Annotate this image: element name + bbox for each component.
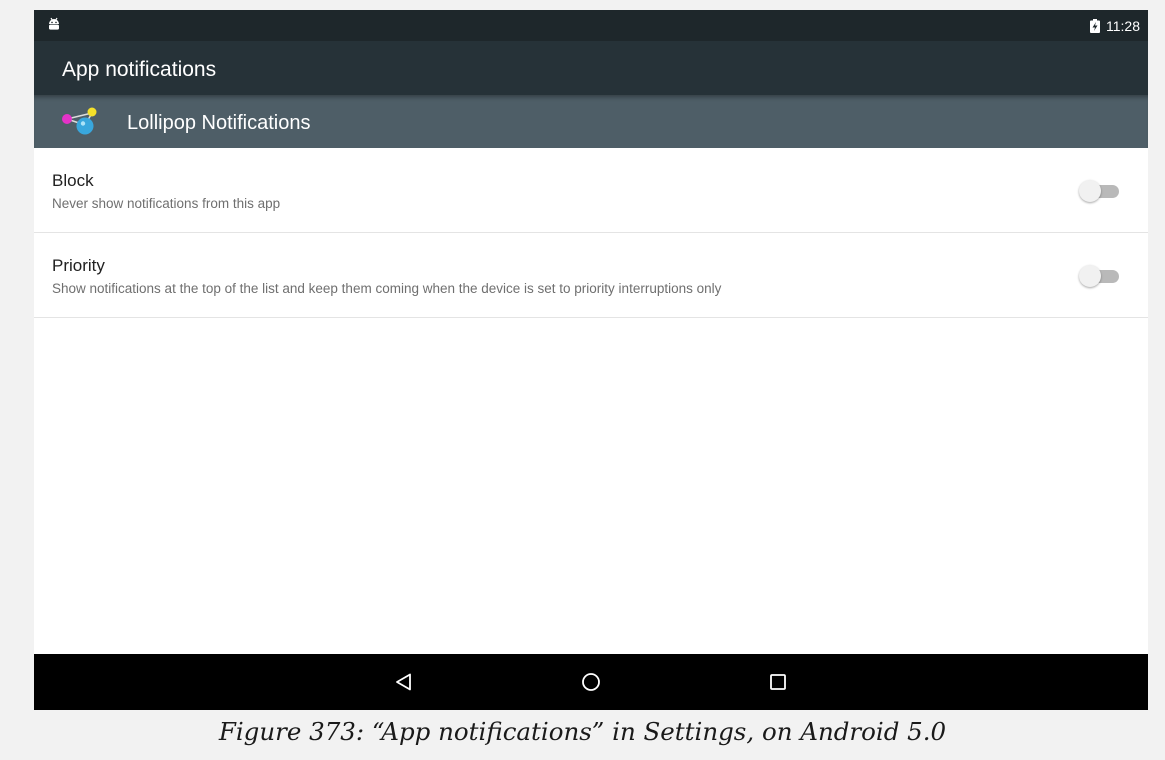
figure-caption: Figure 373: “App notifications” in Setti… [218,717,947,746]
device-screen: 11:28 App notifications Lollipop Notific… [34,10,1148,710]
priority-preference-row[interactable]: Priority Show notifications at the top o… [34,233,1148,318]
recents-square-icon [770,674,786,690]
block-toggle-switch[interactable] [1079,180,1119,202]
app-name: Lollipop Notifications [127,112,311,134]
app-header: Lollipop Notifications [34,95,1148,148]
action-bar: App notifications [34,41,1148,95]
priority-summary: Show notifications at the top of the lis… [52,281,722,296]
navigation-bar [34,654,1148,710]
block-title: Block [52,171,94,190]
status-time: 11:28 [1106,17,1140,34]
block-summary: Never show notifications from this app [52,196,281,211]
home-circle-icon [582,673,600,691]
back-button[interactable] [388,666,420,698]
switch-thumb [1079,180,1101,202]
status-bar: 11:28 [34,10,1148,41]
lollipop-app-icon [62,107,97,135]
priority-title: Priority [52,256,105,275]
page-title: App notifications [62,58,217,81]
battery-charging-icon [1090,18,1100,33]
back-triangle-icon [396,673,411,691]
switch-thumb [1079,265,1101,287]
priority-toggle-switch[interactable] [1079,265,1119,287]
block-preference-row[interactable]: Block Never show notifications from this… [34,148,1148,233]
home-button[interactable] [575,666,607,698]
recents-button[interactable] [762,666,794,698]
android-icon [49,17,59,30]
